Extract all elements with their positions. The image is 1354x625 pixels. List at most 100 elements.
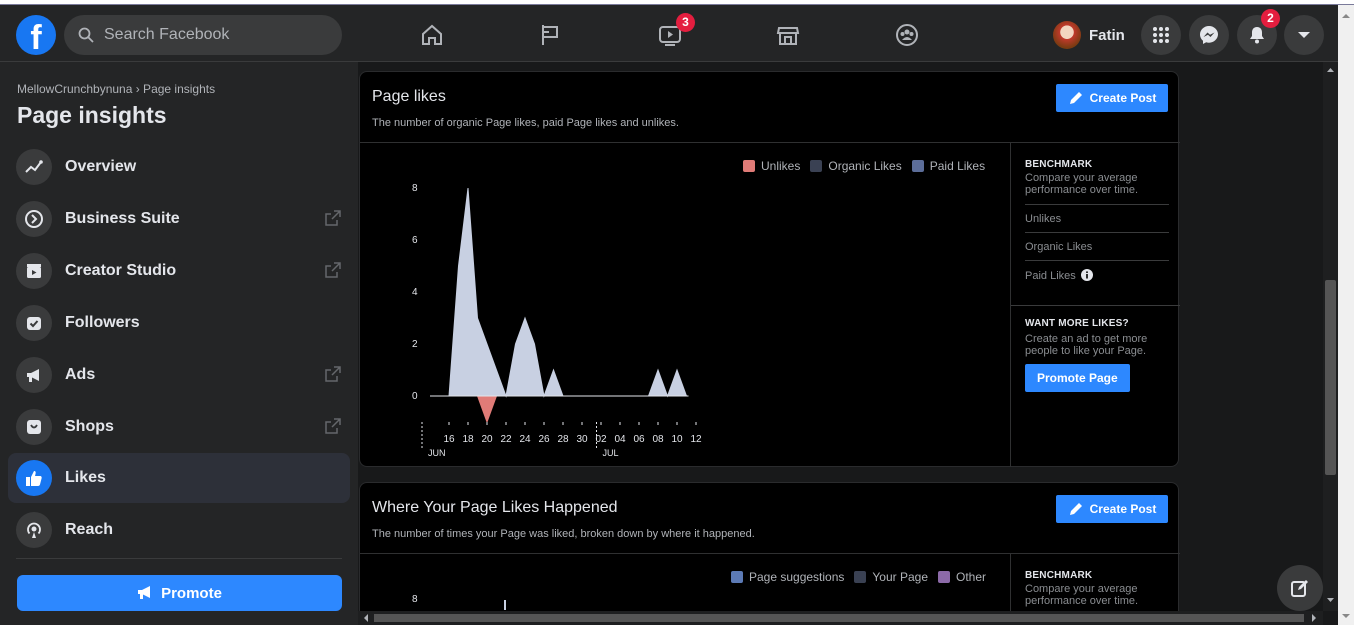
x-tick-label: 20	[481, 434, 493, 445]
card-header-divider	[360, 553, 1180, 554]
scrollbar-thumb[interactable]	[374, 614, 1304, 622]
sidebar-item-label: Creator Studio	[65, 262, 177, 279]
window-scrollbar[interactable]	[1338, 5, 1354, 625]
legend-item-other[interactable]: Other	[938, 570, 986, 584]
card-subtitle: The number of organic Page likes, paid P…	[372, 117, 679, 129]
profile-name: Fatin	[1089, 26, 1125, 44]
search-icon	[78, 27, 94, 43]
series-area-organic-likes	[430, 187, 688, 398]
chart-mark	[504, 600, 506, 610]
flag-icon[interactable]	[532, 17, 568, 53]
sidebar-item-label: Business Suite	[65, 210, 180, 227]
groups-icon[interactable]	[889, 17, 925, 53]
promote-button[interactable]: Promote	[17, 575, 342, 611]
scroll-right-arrow-icon[interactable]	[1308, 611, 1320, 625]
search-input[interactable]	[102, 25, 302, 45]
grid-menu-icon	[1153, 27, 1169, 43]
benchmark-description: Compare your average performance over ti…	[1025, 172, 1139, 196]
sidebar-item-ads[interactable]: Ads	[8, 350, 350, 400]
x-tick-label: 16	[443, 434, 455, 445]
sidebar-item-reach[interactable]: Reach	[8, 505, 350, 555]
main-vertical-scrollbar[interactable]	[1323, 62, 1338, 611]
card-subtitle: The number of times your Page was liked,…	[372, 528, 755, 540]
marketplace-icon[interactable]	[770, 17, 806, 53]
search-box[interactable]	[64, 15, 342, 55]
main-horizontal-scrollbar[interactable]	[358, 611, 1323, 625]
business-suite-icon	[16, 201, 52, 237]
home-icon[interactable]	[414, 17, 450, 53]
info-icon[interactable]	[1080, 269, 1093, 281]
messenger-icon	[1200, 26, 1218, 44]
sidebar-item-creator-studio[interactable]: Creator Studio	[8, 246, 350, 296]
new-message-button[interactable]	[1277, 565, 1323, 611]
x-tick-label: 24	[519, 434, 531, 445]
facebook-logo-icon[interactable]: f	[16, 15, 56, 55]
card-title: Page likes	[372, 88, 446, 105]
more-likes-panel: WANT MORE LIKES? Create an ad to get mor…	[1025, 318, 1169, 392]
create-post-button[interactable]: Create Post	[1056, 84, 1168, 112]
y-tick-label: 8	[412, 183, 418, 194]
reach-icon	[16, 512, 52, 548]
creator-studio-icon	[16, 253, 52, 289]
x-tick-label: 02	[595, 434, 607, 445]
account-button[interactable]	[1284, 15, 1324, 55]
x-tick-label: 10	[671, 434, 683, 445]
profile-button[interactable]: Fatin	[1049, 15, 1133, 55]
messenger-button[interactable]	[1189, 15, 1229, 55]
promote-label: Promote	[161, 584, 222, 602]
main-content: Page likes The number of organic Page li…	[358, 62, 1323, 611]
promote-page-button[interactable]: Promote Page	[1025, 364, 1130, 392]
create-post-label: Create Post	[1089, 502, 1157, 516]
sidebar-item-followers[interactable]: Followers	[8, 298, 350, 348]
followers-icon	[16, 305, 52, 341]
scrollbar-thumb[interactable]	[1325, 280, 1336, 475]
page-likes-chart: 0246816 18 20 22 24 26 28 30 02 04 06 08 10 12JUN JUL	[412, 183, 702, 458]
scroll-left-arrow-icon[interactable]	[360, 611, 372, 625]
month-label: JUL	[603, 448, 619, 458]
benchmark-description: Compare your average performance over ti…	[1025, 583, 1139, 607]
watch-badge: 3	[676, 13, 695, 32]
more-likes-heading: WANT MORE LIKES?	[1025, 318, 1129, 329]
x-tick-label: 22	[500, 434, 512, 445]
page-title: Page insights	[17, 102, 167, 128]
sidebar-item-label: Reach	[65, 521, 114, 538]
benchmark-divider	[1010, 553, 1011, 611]
y-tick-label: 0	[412, 391, 418, 402]
sidebar-item-label: Likes	[65, 469, 106, 486]
benchmark-row-organic-likes[interactable]: Organic Likes	[1025, 232, 1169, 260]
menu-button[interactable]	[1141, 15, 1181, 55]
sidebar-item-label: Ads	[65, 366, 96, 383]
top-navigation-bar: f 3 Fatin 2	[0, 5, 1338, 62]
external-link-icon	[325, 418, 341, 434]
legend-label: Page suggestions	[749, 570, 845, 584]
scroll-up-arrow-icon[interactable]	[1323, 64, 1338, 76]
x-tick-label: 12	[690, 434, 702, 445]
benchmark-heading: BENCHMARK	[1025, 570, 1093, 581]
overview-icon	[16, 149, 52, 185]
sidebar-item-business-suite[interactable]: Business Suite	[8, 194, 350, 244]
scroll-up-arrow-icon[interactable]	[1338, 9, 1354, 23]
caret-down-icon	[1298, 32, 1310, 38]
external-link-icon	[325, 366, 341, 382]
megaphone-icon	[16, 357, 52, 393]
sidebar-item-overview[interactable]: Overview	[8, 142, 350, 192]
breadcrumb[interactable]: MellowCrunchbynuna › Page insights	[17, 82, 215, 96]
month-label: JUN	[428, 448, 446, 458]
avatar	[1053, 21, 1081, 49]
sidebar-item-shops[interactable]: Shops	[8, 402, 350, 452]
legend-item-your-page[interactable]: Your Page	[854, 570, 928, 584]
create-post-button[interactable]: Create Post	[1056, 495, 1168, 523]
scroll-down-arrow-icon[interactable]	[1338, 609, 1354, 623]
legend-swatch	[938, 571, 951, 583]
benchmark-heading: BENCHMARK	[1025, 159, 1093, 170]
more-likes-description: Create an ad to get more people to like …	[1025, 333, 1148, 357]
pencil-icon	[1069, 503, 1082, 515]
external-link-icon	[325, 210, 341, 226]
benchmark-row-unlikes[interactable]: Unlikes	[1025, 204, 1169, 232]
y-tick-label: 4	[412, 287, 418, 298]
scroll-down-arrow-icon[interactable]	[1323, 594, 1338, 606]
legend-item-page-suggestions[interactable]: Page suggestions	[731, 570, 844, 584]
benchmark-row-paid-likes[interactable]: Paid Likes	[1025, 260, 1169, 289]
thumbs-up-icon	[16, 460, 52, 496]
sidebar-item-likes[interactable]: Likes	[8, 453, 350, 503]
